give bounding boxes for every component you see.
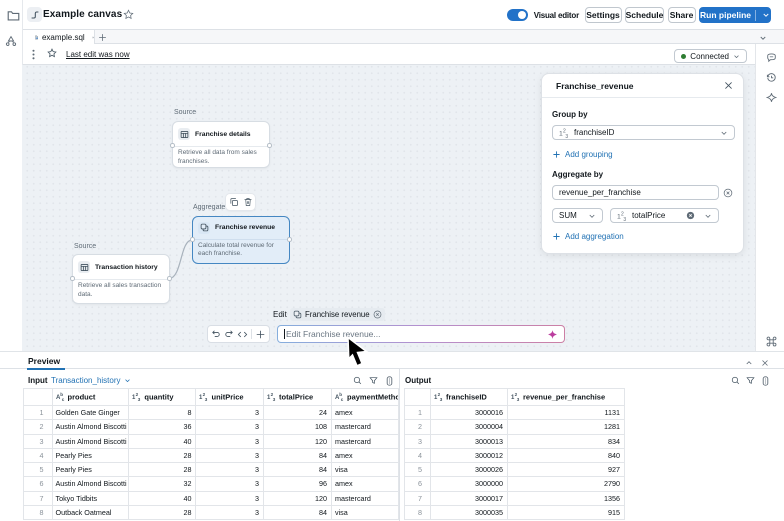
svg-text:3: 3: [205, 397, 208, 401]
svg-text:3: 3: [565, 133, 568, 137]
svg-text:c: c: [61, 397, 64, 401]
svg-text:3: 3: [440, 397, 443, 401]
svg-text:3: 3: [138, 397, 141, 401]
svg-text:3: 3: [623, 216, 626, 220]
svg-text:3: 3: [517, 397, 520, 401]
svg-text:c: c: [341, 397, 344, 401]
svg-text:3: 3: [273, 397, 276, 401]
